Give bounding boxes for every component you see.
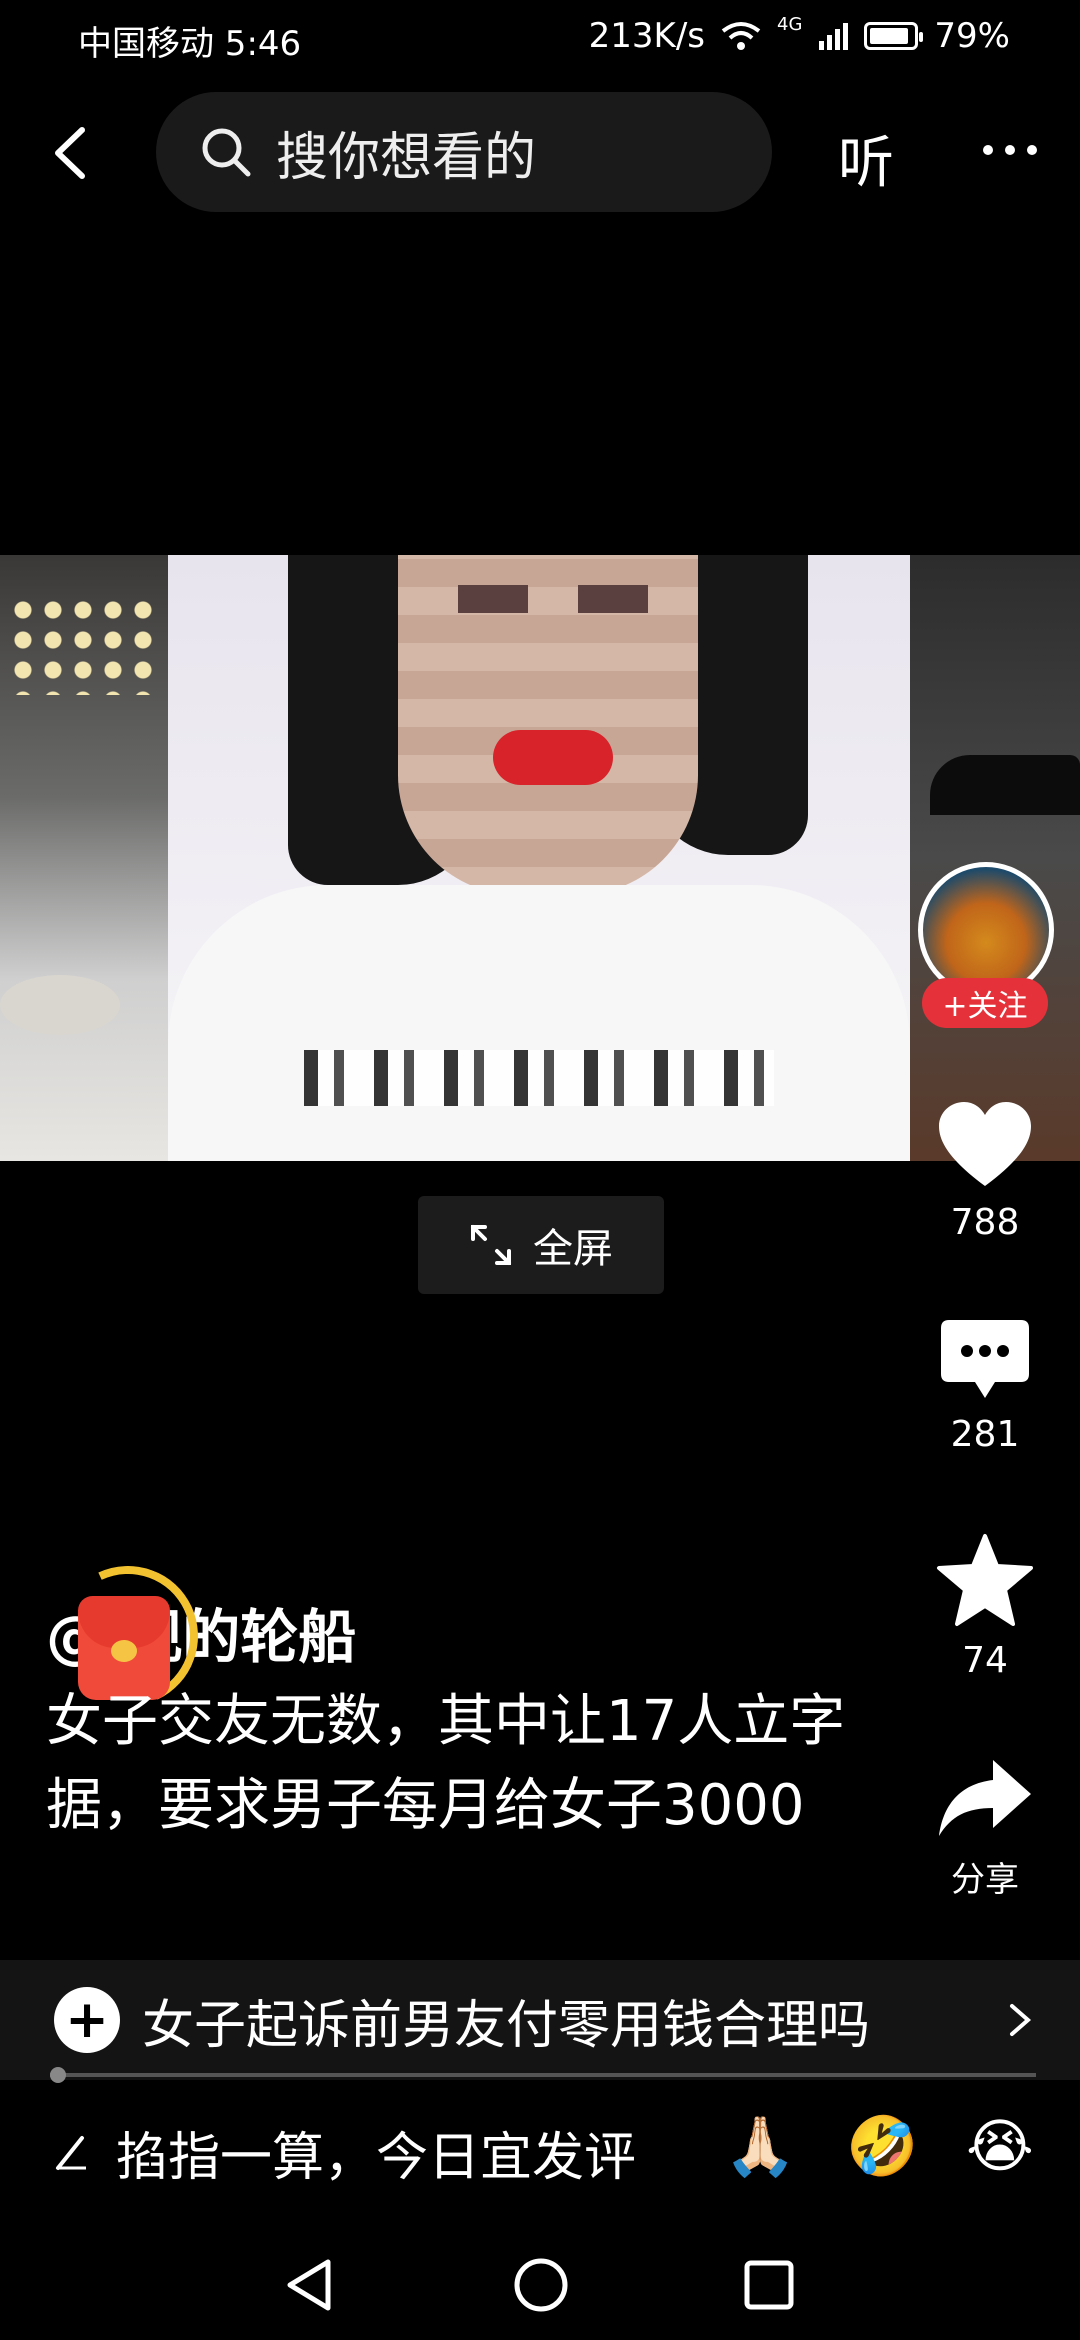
chevron-right-icon — [1010, 2004, 1032, 2036]
signal-icon — [819, 23, 849, 50]
battery-icon — [864, 22, 924, 50]
share-icon — [939, 1760, 1031, 1836]
search-icon — [202, 128, 251, 177]
favorite-button[interactable]: 74 — [920, 1532, 1050, 1681]
heart-icon — [939, 1102, 1031, 1186]
status-bar: 中国移动 5:46 213K/s 4G 79% — [0, 0, 1080, 76]
progress-knob[interactable] — [50, 2067, 66, 2083]
emoji-button-2[interactable]: 🤣 — [846, 2112, 918, 2181]
like-button[interactable]: 788 — [920, 1100, 1050, 1243]
video-progress-bar[interactable] — [50, 2067, 1036, 2083]
nav-home-icon[interactable] — [512, 2256, 570, 2314]
favorite-count: 74 — [962, 1640, 1008, 1681]
comment-count: 281 — [950, 1414, 1020, 1455]
fullscreen-button[interactable]: 全屏 — [418, 1196, 664, 1294]
battery-percent: 79% — [934, 16, 1010, 56]
search-placeholder: 搜你想看的 — [276, 127, 537, 188]
expand-icon — [471, 1225, 511, 1265]
emoji-button-1[interactable]: 🙏🏻 — [724, 2112, 796, 2181]
back-icon[interactable] — [40, 118, 110, 188]
like-count: 788 — [950, 1202, 1020, 1243]
plus-icon: + — [54, 1987, 120, 2053]
network-speed: 213K/s — [588, 16, 706, 56]
wifi-icon — [721, 22, 761, 50]
video-frame — [168, 555, 910, 1161]
pixelated-subtitle — [304, 1050, 774, 1106]
nav-back-icon[interactable] — [282, 2256, 336, 2314]
nav-recents-icon[interactable] — [742, 2258, 796, 2312]
share-button[interactable]: 分享 — [920, 1756, 1050, 1901]
listen-button[interactable]: 听 — [838, 118, 894, 199]
video-background-right — [910, 555, 1080, 1161]
fullscreen-label: 全屏 — [533, 1226, 613, 1272]
share-label: 分享 — [951, 1860, 1019, 1900]
emoji-button-3[interactable]: 😭 — [966, 2112, 1034, 2180]
search-input[interactable]: 搜你想看的 — [156, 92, 772, 212]
related-topic-bar[interactable]: + 女子起诉前男友付零用钱合理吗 — [0, 1960, 1080, 2080]
video-player[interactable] — [0, 555, 1080, 1161]
video-caption: 女子交友无数，其中让17人立字据，要求男子每月给女子3000 — [46, 1689, 846, 1838]
comment-button[interactable]: 281 — [920, 1318, 1050, 1455]
related-topic-title: 女子起诉前男友付零用钱合理吗 — [142, 1995, 871, 2056]
system-nav-bar — [0, 2240, 1080, 2340]
network-type: 4G — [777, 13, 803, 35]
more-options-icon[interactable] — [970, 110, 1050, 190]
video-background-left — [0, 555, 168, 1161]
comment-icon — [941, 1320, 1029, 1398]
star-icon — [937, 1534, 1033, 1626]
comment-placeholder: 掐指一算，今日宜发评 — [116, 2127, 637, 2188]
follow-button[interactable]: +关注 — [922, 978, 1048, 1028]
carrier-time: 中国移动 5:46 — [78, 24, 302, 64]
pen-icon — [56, 2136, 86, 2170]
pixelated-face — [398, 555, 698, 895]
